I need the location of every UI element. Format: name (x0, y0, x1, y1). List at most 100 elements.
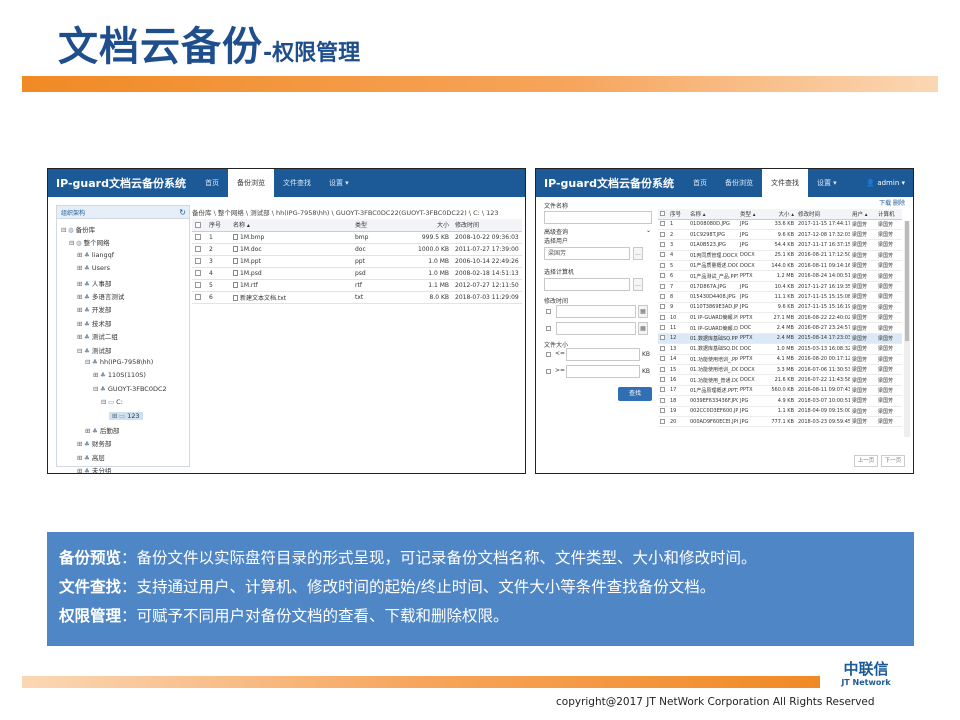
cell-name[interactable]: 01.功能使用培训_.PPTX (688, 354, 738, 365)
row-checkbox[interactable] (192, 279, 206, 292)
left-tab-settings[interactable]: 设置 ▾ (320, 169, 358, 197)
download-delete-actions[interactable]: 下载 删除 (879, 199, 905, 209)
tree-node[interactable]: ⊞ ♣ 测试二组 (77, 331, 118, 341)
expand-icon[interactable]: ⊞ (77, 280, 84, 288)
tree-node[interactable]: ⊟ ◍ 备份库 (61, 224, 95, 234)
cell-name[interactable]: 0039EF633436F.JPG (688, 395, 738, 407)
table-row[interactable]: 1201.数据库基础SQ.PPTXPPTX2.4 MB2015-08-14 17… (658, 333, 902, 345)
table-row[interactable]: 3 01A0B523.JPG JPG 54.4 KB 2017-11-17 16:37:… (658, 239, 902, 251)
user-menu[interactable]: 👤 admin ▾ (866, 169, 905, 197)
right-tab-home[interactable]: 首页 (684, 169, 716, 197)
tree-node[interactable]: ⊞ ♣ 技术部 (77, 318, 111, 328)
cell-name[interactable]: 01产品测试_产品.PPTX (688, 270, 738, 282)
row-checkbox[interactable] (658, 260, 668, 272)
table-row[interactable]: 4 1M.psd psd 1.0 MB 2008-02-18 14:51:13 (192, 267, 522, 280)
table-row[interactable]: 19 002CC0D3EF600.JPG JPG 1.1 KB 2018-04-09 0… (658, 406, 902, 417)
table-row[interactable]: 3 1M.ppt ppt 1.0 MB 2006-10-14 22:49:26 (192, 255, 522, 268)
collapse-icon[interactable]: ⊟ (101, 398, 108, 406)
cell-name[interactable]: 002CC0D3EF600.JPG (688, 406, 738, 417)
row-checkbox[interactable] (192, 267, 206, 280)
select-user-input[interactable]: 梁国芳 (544, 247, 630, 260)
collapse-icon[interactable]: ⊟ (61, 226, 68, 234)
right-tab-file-search[interactable]: 文件查找 (761, 169, 808, 197)
row-checkbox[interactable] (658, 364, 668, 376)
table-row[interactable]: 1001 IP-GUARD簡報.PPTXPPTX27.1 MB2016-08-2… (658, 312, 902, 324)
right-tab-settings[interactable]: 设置 ▾ (808, 169, 846, 197)
tree-node[interactable]: ⊞ ♣ 后勤部 (85, 425, 119, 435)
table-row[interactable]: 5 1M.rtf rtf 1.1 MB 2012-07-27 12:11:50 (192, 279, 522, 292)
row-checkbox[interactable] (658, 322, 668, 334)
select-computer-button[interactable]: ... (633, 278, 643, 291)
row-checkbox[interactable] (658, 354, 668, 365)
table-row[interactable]: 7 017D867A.JPG JPG 10.4 KB 2017-11-27 16:19:… (658, 281, 902, 293)
tree-node[interactable]: ⊞ ♣ Users (77, 264, 110, 272)
tree-node[interactable]: ⊟ ♣ GUOYT-3FBC0DC2 (93, 385, 167, 393)
left-tab-backup-browse[interactable]: 备份浏览 (227, 169, 274, 197)
table-row[interactable]: 8 015430D4408.JPG JPG 11.1 KB 2017-11-15 15:… (658, 291, 902, 303)
size-min-input[interactable] (566, 365, 640, 378)
table-row[interactable]: 1101 IP-GUARD簡報.DOCDOC2.4 MB2016-08-27 2… (658, 322, 902, 334)
row-checkbox[interactable] (658, 385, 668, 397)
cell-name[interactable]: 015430D4408.JPG (688, 291, 738, 303)
col-name[interactable]: 名称 ▴ (688, 209, 738, 220)
row-checkbox[interactable] (658, 270, 668, 282)
size-max-checkbox[interactable] (546, 352, 551, 357)
tree-node[interactable]: ⊟ ▭ C: (101, 398, 123, 406)
select-user-button[interactable]: ... (633, 247, 643, 260)
table-row[interactable]: 18 0039EF633436F.JPG JPG 4.9 KB 2018-03-07 1… (658, 395, 902, 407)
select-computer-input[interactable] (544, 278, 630, 291)
expand-icon[interactable]: ⊞ (77, 293, 84, 301)
collapse-icon[interactable]: ⊟ (77, 347, 84, 355)
table-row[interactable]: 1501.功能使用培训_.DOCXDOCX3.3 MB2016-07-06 11… (658, 364, 902, 376)
table-row[interactable]: 13 01.数据库基础SQ.DOC DOC 1.0 MB 2015-03-13 16:0… (658, 343, 902, 355)
right-tab-backup-browse[interactable]: 备份浏览 (716, 169, 762, 197)
col-computer[interactable]: 计算机 (876, 209, 902, 220)
tree-node[interactable]: ⊞ ♣ 多语言测试 (77, 291, 124, 301)
table-row[interactable]: 1 01D08080D.JPG JPG 33.6 KB 2017-11-15 17:44… (658, 219, 902, 230)
cell-name[interactable]: 01丙同质管理.DOCX (688, 250, 738, 262)
row-checkbox[interactable] (658, 343, 668, 355)
table-row[interactable]: 6 新建文本文档.txt txt 8.0 KB 2018-07-03 11:29:09 (192, 291, 522, 304)
tree-node[interactable]: ⊞ ♣ 未分组 (77, 465, 111, 473)
table-row[interactable]: 17 01产品原理概述.PPTX PPTX 560.0 KB 2016-08-11 09… (658, 385, 902, 397)
size-min-checkbox[interactable] (546, 369, 551, 374)
row-checkbox[interactable] (658, 416, 668, 428)
table-row[interactable]: 1401.功能使用培训_.PPTXPPTX4.1 MB2016-08-20 00… (658, 354, 902, 365)
collapse-icon[interactable]: ⊟ (69, 239, 76, 247)
file-name[interactable]: 1M.doc (240, 246, 262, 253)
row-checkbox[interactable] (192, 243, 206, 256)
row-checkbox[interactable] (658, 302, 668, 314)
row-checkbox[interactable] (658, 333, 668, 345)
row-checkbox[interactable] (658, 250, 668, 262)
col-mtime[interactable]: 修改时间 (452, 219, 522, 232)
tree-node[interactable]: ⊟ ◍ 整个网络 (69, 237, 110, 247)
tree-node[interactable]: ⊟ ♣ 测试部 (77, 345, 111, 355)
collapse-icon[interactable]: ⊟ (93, 385, 100, 393)
chevron-down-icon[interactable]: ⌄ (646, 227, 651, 234)
cell-name[interactable]: 01.数据库基础SQ.DOC (688, 343, 738, 355)
table-row[interactable]: 2 1M.doc doc 1000.0 KB 2011-07-27 17:39:00 (192, 243, 522, 256)
search-button[interactable]: 查找 (618, 387, 652, 401)
expand-icon[interactable]: ⊞ (77, 333, 84, 341)
cell-name[interactable]: 01.数据库基础SQ.PPTX (688, 333, 738, 345)
cell-name[interactable]: 0110T3869E3AD.JPG (688, 302, 738, 314)
col-user[interactable]: 用户 ▴ (850, 209, 876, 220)
expand-icon[interactable]: ⊞ (77, 440, 84, 448)
scrollbar-thumb[interactable] (905, 221, 909, 341)
row-checkbox[interactable] (658, 281, 668, 293)
cell-name[interactable]: 01A0B523.JPG (688, 239, 738, 251)
mtime-end-checkbox[interactable] (546, 326, 551, 331)
expand-icon[interactable]: ⊞ (77, 264, 84, 272)
col-size[interactable]: 大小 (407, 219, 452, 232)
expand-icon[interactable]: ⊞ (93, 371, 100, 379)
file-name[interactable]: 1M.ppt (240, 258, 261, 265)
cell-name[interactable]: 01.功能使用培训_.DOCX (688, 364, 738, 376)
table-row[interactable]: 5 01产品质量概述.DOCX DOCX 144.0 KB 2016-08-11 09:… (658, 260, 902, 272)
next-page-button[interactable]: 下一页 (881, 455, 905, 467)
calendar-icon[interactable]: ▦ (638, 322, 648, 335)
expand-icon[interactable]: ⊞ (77, 454, 84, 462)
expand-icon[interactable]: ⊞ (77, 467, 84, 473)
expand-icon[interactable]: ⊞ (112, 412, 119, 420)
tree-node[interactable]: ⊞ ♣ 人事部 (77, 278, 111, 288)
row-checkbox[interactable] (658, 312, 668, 324)
